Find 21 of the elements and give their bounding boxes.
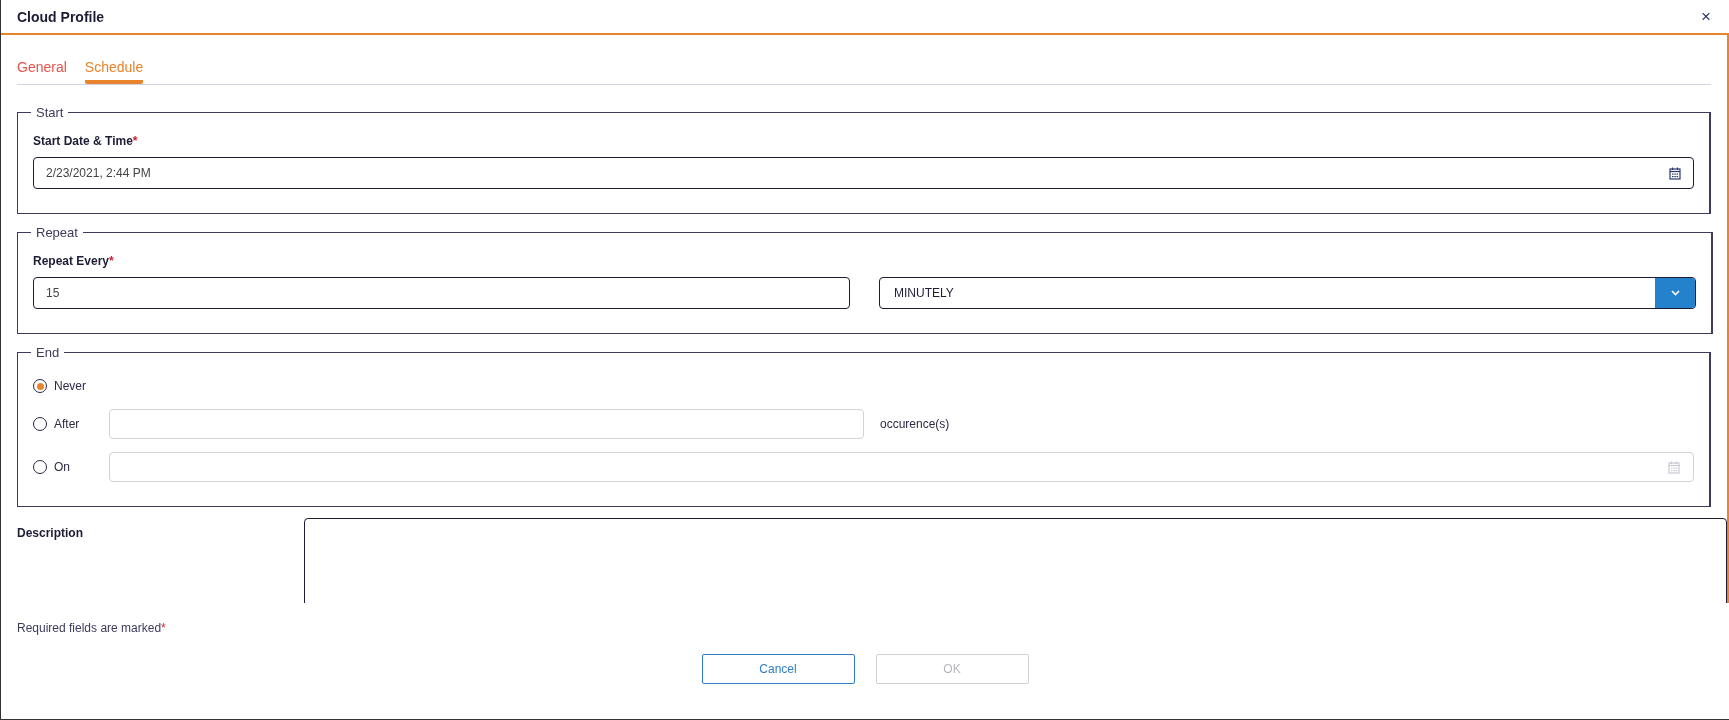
frequency-select[interactable]: MINUTELY — [879, 277, 1696, 309]
dialog-button[interactable]: Cancel — [701, 654, 855, 684]
dropdown-button[interactable] — [1655, 278, 1695, 308]
interval-input[interactable]: 15 — [33, 277, 850, 309]
required-note: Required fields are marked* — [16, 620, 167, 635]
calendar-icon[interactable] — [1669, 167, 1681, 180]
tab[interactable]: General — [17, 59, 67, 84]
field-label: Repeat Every* — [33, 254, 115, 268]
occurrence-suffix: occurence(s) — [880, 417, 950, 431]
chevron-down-icon — [1670, 290, 1680, 296]
close-button[interactable]: × — [1701, 8, 1711, 25]
fieldset-legend: End — [31, 345, 65, 360]
dialog-title: Cloud Profile — [17, 8, 105, 25]
radio-label: After — [54, 417, 81, 431]
radio-label: Never — [54, 379, 87, 393]
fieldset-legend: Repeat — [31, 225, 83, 240]
radio-label: On — [54, 460, 71, 474]
fieldset-legend: Start — [31, 105, 69, 120]
field-label: Start Date & Time* — [33, 134, 139, 148]
field-label: Description — [17, 525, 84, 540]
start-date-field[interactable]: 2/23/2021, 2:44 PM — [33, 157, 1694, 189]
